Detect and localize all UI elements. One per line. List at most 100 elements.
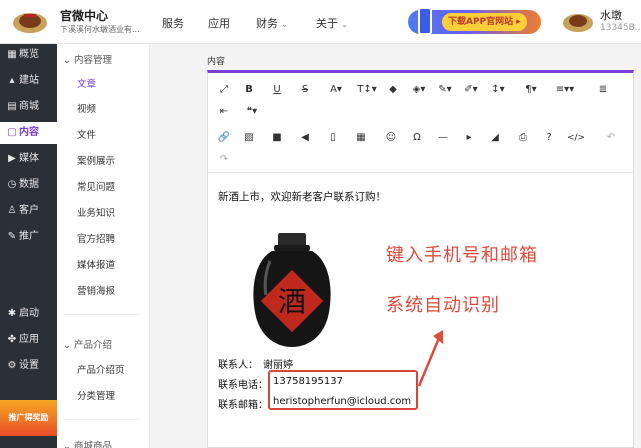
nav-finance[interactable]: 财务 ⌄ (256, 15, 288, 31)
launch-icon: ✱ (7, 308, 17, 319)
avatar[interactable] (560, 9, 596, 35)
quote-button[interactable]: ❝▾ (240, 103, 264, 121)
image-icon[interactable]: ▨ (240, 129, 258, 147)
outdent-icon[interactable]: ⇤ (215, 103, 233, 121)
build-icon: ▴ (9, 75, 15, 86)
subnav-group-products[interactable]: ⌄ 产品介绍 (63, 337, 112, 351)
subnav-item-posters[interactable]: 营销海报 (77, 283, 115, 297)
table-icon[interactable]: ▦ (352, 129, 370, 147)
bold-button[interactable]: B (240, 81, 258, 99)
special-char-icon[interactable]: Ω (408, 129, 426, 147)
chevron-down-icon: ⌄ (281, 20, 288, 29)
subnav-item-categories[interactable]: 分类管理 (77, 388, 115, 402)
ink-icon[interactable]: ◆ (384, 81, 402, 99)
rail-item-content[interactable]: ▢ 内容 (0, 122, 57, 144)
download-app-banner[interactable]: 下载APP官网站 ▸ (408, 7, 541, 35)
announcement-text: 新酒上市，欢迎新老客户联系订购！ (218, 191, 386, 203)
indent-icon[interactable]: ≣ (594, 81, 612, 99)
rail-item-customers[interactable]: ♙ 客户 (0, 200, 57, 222)
secondary-sidebar: ⌄ 内容管理 文章 视频 文件 案例展示 常见问题 业务知识 官方招聘 媒体报道… (57, 44, 150, 448)
subnav-item-files[interactable]: 文件 (77, 127, 96, 141)
audio-icon[interactable]: ◀ (296, 129, 314, 147)
fullscreen-icon[interactable]: ⤢ (215, 81, 233, 99)
subnav-item-press[interactable]: 媒体报道 (77, 257, 115, 271)
underline-button[interactable]: U (268, 81, 286, 99)
rail-item-label: 内容 (19, 127, 39, 138)
shop-icon: ▤ (7, 101, 17, 112)
line-height-button[interactable]: ↕▾ (488, 81, 508, 99)
align-button[interactable]: ≡▾▾ (548, 81, 582, 99)
subnav-item-faq[interactable]: 常见问题 (77, 179, 115, 193)
subnav-item-videos[interactable]: 视频 (77, 101, 96, 115)
magic-wand-button[interactable]: ✐▾ (460, 81, 482, 99)
subnav-item-jobs[interactable]: 官方招聘 (77, 231, 115, 245)
subnav-item-articles[interactable]: 文章 (77, 76, 96, 90)
rail-item-label: 推广 (19, 231, 39, 242)
nav-about-label: 关于 (316, 17, 338, 30)
rail-item-label: 概览 (19, 49, 39, 60)
rail-item-label: 商城 (19, 101, 39, 112)
code-icon[interactable]: </> (564, 129, 588, 147)
subnav-item-cases[interactable]: 案例展示 (77, 153, 115, 167)
rail-item-media[interactable]: ▶ 媒体 (0, 148, 57, 170)
brand-logo[interactable] (10, 8, 50, 36)
font-color-button[interactable]: A▾ (324, 81, 348, 99)
rail-item-label: 数据 (19, 179, 39, 190)
cursor-icon[interactable]: ▸ (460, 129, 478, 147)
nav-service[interactable]: 服务 (162, 15, 184, 31)
rail-item-mall[interactable]: ▤ 商城 (0, 96, 57, 118)
paragraph-button[interactable]: ¶▾ (520, 81, 542, 99)
redo-icon[interactable]: ↷ (215, 151, 233, 169)
file-icon[interactable]: ▯ (324, 129, 342, 147)
rail-item-label: 媒体 (19, 153, 39, 164)
nav-about[interactable]: 关于 ⌄ (316, 15, 348, 31)
nav-apps-label: 应用 (208, 17, 230, 30)
rail-item-settings[interactable]: ⚙ 设置 (0, 355, 57, 377)
apps-icon: ✤ (7, 334, 17, 345)
rail-item-overview[interactable]: ▦ 概览 (0, 44, 57, 66)
subnav-item-product-page[interactable]: 产品介绍页 (77, 362, 125, 376)
subnav-group-content-manage[interactable]: ⌄ 内容管理 (63, 52, 112, 66)
strikethrough-button[interactable]: S (296, 81, 314, 99)
print-icon[interactable]: ⎙ (514, 129, 532, 147)
subnav-item-knowledge[interactable]: 业务知识 (77, 205, 115, 219)
rail-item-label: 建站 (19, 75, 39, 86)
tag-color-button[interactable]: ◈▾ (408, 81, 430, 99)
phone-icon (418, 7, 432, 35)
font-size-button[interactable]: T↕▾ (354, 81, 380, 99)
rail-item-label: 应用 (19, 334, 39, 345)
undo-icon[interactable]: ↶ (602, 129, 620, 147)
jar-label: 酒 (278, 285, 306, 318)
rail-item-data[interactable]: ◷ 数据 (0, 174, 57, 196)
eraser-icon[interactable]: ◢ (486, 129, 504, 147)
video-icon: ▶ (8, 153, 16, 164)
contact-highlight-box (268, 370, 418, 410)
divider (63, 314, 141, 315)
video-icon[interactable]: ■ (268, 129, 286, 147)
primary-sidebar: ▦ 概览 ▴ 建站 ▤ 商城 ▢ 内容 ▶ 媒体 ◷ 数据 ♙ 客户 ✎ 推广 ✱ 启动 ✤ 应用 … (0, 44, 57, 448)
subnav-group-mall-goods[interactable]: ⌄ 商城商品 (63, 438, 112, 448)
help-icon[interactable]: ? (540, 129, 558, 147)
editor-toolbar: ⤢ B U S A▾ T↕▾ ◆ ◈▾ ✎▾ ✐▾ ↕▾ ¶▾ ≡▾▾ ≣ ⇤ … (208, 73, 633, 173)
rich-text-editor[interactable]: ⤢ B U S A▾ T↕▾ ◆ ◈▾ ✎▾ ✐▾ ↕▾ ¶▾ ≡▾▾ ≣ ⇤ … (207, 70, 634, 448)
user-name: 水墩 (600, 9, 622, 22)
brand-title: 官微中心 (60, 9, 109, 23)
wine-jar-image: 酒 (253, 233, 331, 347)
arrow-up-icon (417, 330, 443, 387)
rail-item-apps[interactable]: ✤ 应用 (0, 329, 57, 351)
annotation-auto-recognize: 系统自动识别 (386, 295, 500, 316)
editor-content[interactable]: 新酒上市，欢迎新老客户联系订购！ 酒 键入手机号和邮箱 系统自动识别 联系人： … (208, 173, 633, 448)
gutter (150, 44, 182, 448)
rail-item-label: 设置 (19, 360, 39, 371)
rail-item-launch[interactable]: ✱ 启动 (0, 303, 57, 325)
nav-apps[interactable]: 应用 (208, 15, 230, 31)
horizontal-rule-icon[interactable]: — (434, 129, 452, 147)
grid-icon: ▦ (7, 49, 17, 60)
promo-badge[interactable]: 推广得奖励 (0, 400, 57, 436)
rail-item-site[interactable]: ▴ 建站 (0, 70, 57, 92)
link-icon[interactable]: 🔗 (215, 129, 233, 147)
brush-button[interactable]: ✎▾ (434, 81, 456, 99)
emoji-icon[interactable]: ☺ (382, 129, 400, 147)
nav-service-label: 服务 (162, 17, 184, 30)
rail-item-promote[interactable]: ✎ 推广 (0, 226, 57, 248)
